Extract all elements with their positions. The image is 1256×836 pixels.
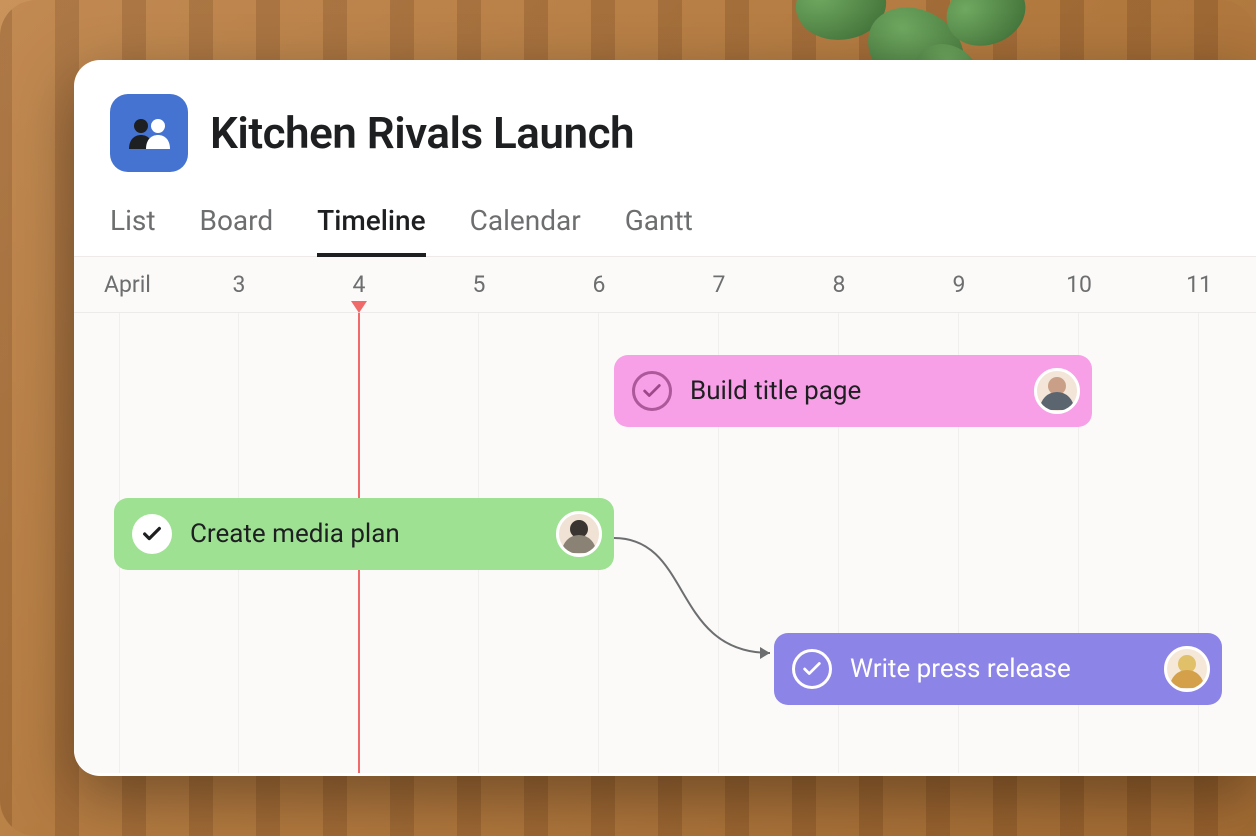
day-header: 11 — [1139, 271, 1256, 298]
panel-header: Kitchen Rivals Launch — [74, 60, 1256, 190]
check-icon[interactable] — [632, 371, 672, 411]
day-header: 3 — [179, 271, 299, 298]
check-icon[interactable] — [792, 649, 832, 689]
task-build-title-page[interactable]: Build title page — [614, 355, 1092, 427]
tab-gantt[interactable]: Gantt — [625, 198, 693, 256]
tab-list[interactable]: List — [110, 198, 156, 256]
check-icon[interactable] — [132, 514, 172, 554]
tab-calendar[interactable]: Calendar — [470, 198, 581, 256]
task-write-press-release[interactable]: Write press release — [774, 633, 1222, 705]
assignee-avatar[interactable] — [556, 511, 602, 557]
task-title: Create media plan — [190, 519, 538, 549]
task-create-media-plan[interactable]: Create media plan — [114, 498, 614, 570]
view-tabs: List Board Timeline Calendar Gantt — [74, 190, 1256, 257]
month-label: April — [104, 271, 151, 298]
people-icon — [127, 117, 171, 149]
day-header: 8 — [779, 271, 899, 298]
timeline-area: April 3 4 5 6 7 8 9 10 11 — [74, 257, 1256, 773]
day-header: 4 — [299, 271, 419, 298]
today-marker-icon — [351, 301, 367, 313]
day-header: 7 — [659, 271, 779, 298]
day-header: 5 — [419, 271, 539, 298]
assignee-avatar[interactable] — [1164, 646, 1210, 692]
assignee-avatar[interactable] — [1034, 368, 1080, 414]
day-header: 9 — [899, 271, 1019, 298]
tab-timeline[interactable]: Timeline — [317, 198, 425, 257]
tab-board[interactable]: Board — [200, 198, 274, 256]
day-header: 10 — [1019, 271, 1139, 298]
project-panel: Kitchen Rivals Launch List Board Timelin… — [74, 60, 1256, 776]
task-title: Build title page — [690, 376, 1016, 406]
day-header: 6 — [539, 271, 659, 298]
timeline-grid[interactable]: Build title page Create media plan — [74, 313, 1256, 773]
project-title: Kitchen Rivals Launch — [210, 107, 634, 159]
task-title: Write press release — [850, 654, 1146, 684]
project-icon[interactable] — [110, 94, 188, 172]
date-header: April 3 4 5 6 7 8 9 10 11 — [74, 257, 1256, 313]
